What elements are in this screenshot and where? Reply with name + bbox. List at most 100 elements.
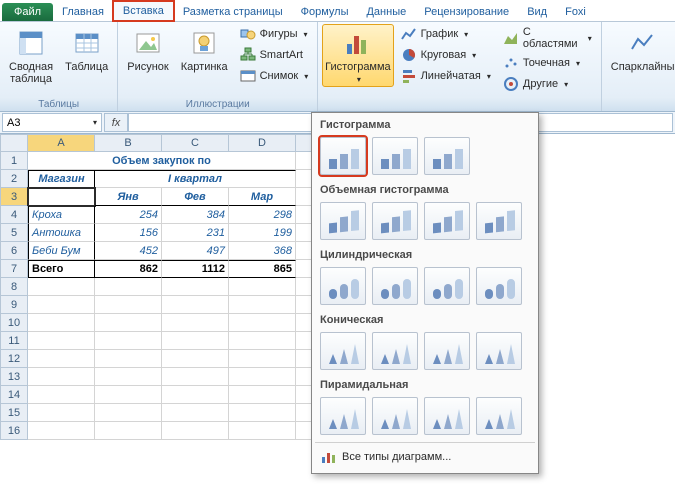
cell[interactable]: Мар: [229, 188, 296, 206]
row-header-11[interactable]: 11: [0, 332, 28, 350]
row-header-12[interactable]: 12: [0, 350, 28, 368]
cell[interactable]: 497: [162, 242, 229, 260]
tab-home[interactable]: Главная: [53, 3, 113, 21]
clipart-button[interactable]: Картинка: [176, 24, 233, 76]
cell[interactable]: [229, 296, 296, 314]
tab-data[interactable]: Данные: [357, 3, 415, 21]
cell[interactable]: [28, 278, 95, 296]
chart-type-item[interactable]: [372, 267, 418, 305]
cell[interactable]: 254: [95, 206, 162, 224]
chart-type-item[interactable]: [372, 137, 418, 175]
cell[interactable]: [95, 368, 162, 386]
chart-type-item[interactable]: [320, 202, 366, 240]
col-header-C[interactable]: C: [162, 134, 229, 152]
cell[interactable]: I квартал: [95, 170, 296, 188]
cell[interactable]: Всего: [28, 260, 95, 278]
shapes-button[interactable]: Фигуры▾: [235, 24, 314, 44]
cell[interactable]: [28, 386, 95, 404]
table-button[interactable]: Таблица: [60, 24, 113, 76]
row-header-8[interactable]: 8: [0, 278, 28, 296]
chart-type-item[interactable]: [476, 202, 522, 240]
chart-type-item[interactable]: [476, 332, 522, 370]
cell[interactable]: Магазин: [28, 170, 95, 188]
cell[interactable]: [229, 314, 296, 332]
fx-button[interactable]: fx: [104, 113, 128, 132]
chart-type-item[interactable]: [424, 397, 470, 435]
cell[interactable]: [229, 386, 296, 404]
column-chart-button[interactable]: Гистограмма ▾: [322, 24, 393, 87]
cell[interactable]: [95, 422, 162, 440]
cell[interactable]: 298: [229, 206, 296, 224]
cell[interactable]: [28, 350, 95, 368]
pivot-table-button[interactable]: Сводная таблица: [4, 24, 58, 88]
chart-type-item[interactable]: [424, 332, 470, 370]
name-box[interactable]: A3▾: [2, 113, 102, 132]
row-header-16[interactable]: 16: [0, 422, 28, 440]
chart-type-item[interactable]: [476, 397, 522, 435]
cell[interactable]: Беби Бум: [28, 242, 95, 260]
cell[interactable]: [28, 422, 95, 440]
cell[interactable]: [162, 368, 229, 386]
cell[interactable]: [95, 350, 162, 368]
cell[interactable]: [95, 314, 162, 332]
row-header-3[interactable]: 3: [0, 188, 28, 206]
chart-type-item[interactable]: [320, 397, 366, 435]
cell[interactable]: Фев: [162, 188, 229, 206]
row-header-1[interactable]: 1: [0, 152, 28, 170]
cell[interactable]: 156: [95, 224, 162, 242]
cell[interactable]: 1112: [162, 260, 229, 278]
scatter-chart-button[interactable]: Точечная▾: [498, 53, 597, 73]
cell[interactable]: [28, 404, 95, 422]
chart-type-item[interactable]: [320, 267, 366, 305]
cell[interactable]: [28, 296, 95, 314]
row-header-14[interactable]: 14: [0, 386, 28, 404]
row-header-4[interactable]: 4: [0, 206, 28, 224]
cell[interactable]: 384: [162, 206, 229, 224]
cell[interactable]: [229, 422, 296, 440]
tab-file[interactable]: Файл: [2, 3, 53, 21]
cell[interactable]: [162, 386, 229, 404]
cell[interactable]: Янв: [95, 188, 162, 206]
cell[interactable]: [229, 332, 296, 350]
chart-type-item[interactable]: [372, 332, 418, 370]
cell[interactable]: [28, 188, 95, 206]
chart-type-item[interactable]: [372, 202, 418, 240]
cell[interactable]: [162, 422, 229, 440]
select-all-corner[interactable]: [0, 134, 28, 152]
row-header-7[interactable]: 7: [0, 260, 28, 278]
cell[interactable]: [95, 296, 162, 314]
tab-review[interactable]: Рецензирование: [415, 3, 518, 21]
smartart-button[interactable]: SmartArt: [235, 45, 314, 65]
cell[interactable]: Объем закупок по: [28, 152, 296, 170]
cell[interactable]: [28, 368, 95, 386]
screenshot-button[interactable]: Снимок▾: [235, 66, 314, 86]
cell[interactable]: [28, 314, 95, 332]
cell[interactable]: 199: [229, 224, 296, 242]
cell[interactable]: Кроха: [28, 206, 95, 224]
line-chart-button[interactable]: График▾: [396, 24, 496, 44]
row-header-2[interactable]: 2: [0, 170, 28, 188]
cell[interactable]: [162, 278, 229, 296]
cell[interactable]: [162, 296, 229, 314]
chart-type-item[interactable]: [320, 137, 366, 175]
chart-type-item[interactable]: [320, 332, 366, 370]
tab-formulas[interactable]: Формулы: [292, 3, 358, 21]
cell[interactable]: 231: [162, 224, 229, 242]
row-header-15[interactable]: 15: [0, 404, 28, 422]
chart-type-item[interactable]: [424, 137, 470, 175]
picture-button[interactable]: Рисунок: [122, 24, 174, 76]
cell[interactable]: [162, 314, 229, 332]
sparklines-button[interactable]: Спарклайны: [606, 24, 675, 76]
cell[interactable]: [162, 350, 229, 368]
chart-type-item[interactable]: [372, 397, 418, 435]
cell[interactable]: [95, 332, 162, 350]
all-chart-types-button[interactable]: Все типы диаграмм...: [312, 444, 538, 470]
cell[interactable]: [229, 368, 296, 386]
cell[interactable]: [229, 350, 296, 368]
cell[interactable]: [95, 404, 162, 422]
tab-page-layout[interactable]: Разметка страницы: [174, 3, 292, 21]
area-chart-button[interactable]: С областями▾: [498, 24, 597, 52]
cell[interactable]: [162, 404, 229, 422]
pie-chart-button[interactable]: Круговая▾: [396, 45, 496, 65]
cell[interactable]: Антошка: [28, 224, 95, 242]
